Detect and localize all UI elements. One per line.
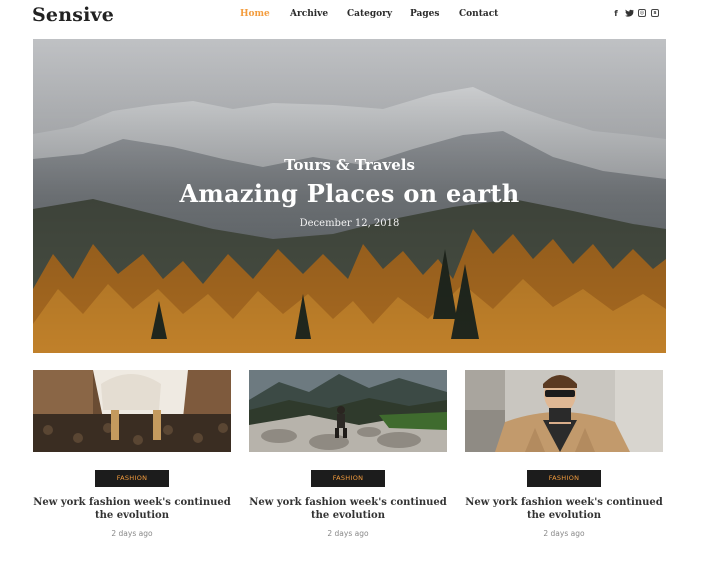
post-image[interactable] bbox=[249, 370, 447, 452]
man-sunglasses-photo bbox=[465, 370, 663, 452]
nav-contact[interactable]: Contact bbox=[459, 9, 498, 19]
post-date: 2 days ago bbox=[543, 529, 585, 538]
site-logo[interactable]: Sensive bbox=[32, 4, 114, 26]
post-image[interactable] bbox=[33, 370, 231, 452]
hero-date: December 12, 2018 bbox=[299, 218, 400, 229]
hero-banner[interactable]: Tours & Travels Amazing Places on earth … bbox=[33, 39, 666, 353]
nav-home[interactable]: Home bbox=[240, 9, 270, 19]
post-title[interactable]: New york fashion week's continued the ev… bbox=[23, 496, 241, 522]
site-header: Sensive Home Archive Category Pages Cont… bbox=[0, 0, 721, 34]
nav-category[interactable]: Category bbox=[347, 9, 392, 19]
hero-subtitle: Tours & Travels bbox=[284, 156, 415, 174]
post-title[interactable]: New york fashion week's continued the ev… bbox=[239, 496, 457, 522]
post-date: 2 days ago bbox=[111, 529, 153, 538]
nav-pages[interactable]: Pages bbox=[410, 9, 439, 19]
hero-title[interactable]: Amazing Places on earth bbox=[33, 179, 666, 208]
facebook-icon[interactable]: f bbox=[612, 9, 620, 18]
post-title[interactable]: New york fashion week's continued the ev… bbox=[455, 496, 673, 522]
post-date: 2 days ago bbox=[327, 529, 369, 538]
handbag-photo bbox=[33, 370, 231, 452]
skype-icon[interactable]: s bbox=[651, 9, 659, 17]
twitter-icon[interactable] bbox=[625, 9, 634, 18]
instagram-icon[interactable]: ◎ bbox=[638, 9, 646, 17]
category-badge[interactable]: FASHION bbox=[311, 470, 385, 487]
post-image[interactable] bbox=[465, 370, 663, 452]
mountain-hiker-photo bbox=[249, 370, 447, 452]
category-badge[interactable]: FASHION bbox=[527, 470, 601, 487]
nav-archive[interactable]: Archive bbox=[290, 9, 328, 19]
category-badge[interactable]: FASHION bbox=[95, 470, 169, 487]
social-links: f ◎ s bbox=[612, 9, 659, 18]
